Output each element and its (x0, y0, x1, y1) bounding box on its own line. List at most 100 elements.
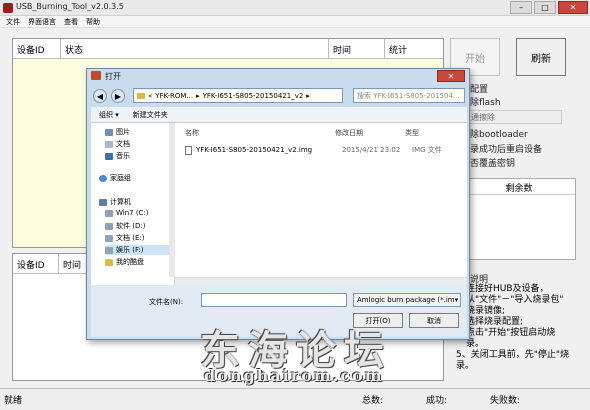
drive-icon (105, 246, 113, 254)
menu-language[interactable]: 界面语言 (28, 17, 56, 27)
col-time[interactable]: 时间 (329, 39, 385, 59)
search-input[interactable]: 搜索 YFK-I651-S805-201504... (353, 88, 465, 103)
window-controls: – □ ✕ (510, 1, 588, 14)
file-date: 2015/4/21 23:02 (342, 146, 401, 154)
drive-icon (105, 209, 113, 217)
nav-item-label: 软件 (D:) (116, 222, 146, 230)
status-ready: 就绪 (4, 396, 23, 406)
folder-icon (137, 92, 145, 99)
log-col-device-id[interactable]: 设备ID (13, 254, 59, 274)
menu-file[interactable]: 文件 (6, 17, 20, 27)
filename-label: 文件名(N): (149, 298, 184, 306)
erase-mode-select[interactable]: 通擦除 (468, 110, 562, 124)
filetype-select[interactable]: Amlogic burn package (*.im▾ (353, 293, 461, 307)
pictures-icon (105, 128, 113, 136)
nav-item-music[interactable]: 音乐 (105, 151, 130, 161)
dialog-close-button[interactable]: ✕ (437, 70, 465, 82)
minimize-button[interactable]: – (510, 1, 532, 14)
col-device-id[interactable]: 设备ID (13, 39, 61, 59)
navigation-pane: 图片 文档 音乐 家庭组 计算机 Win7 (C:) 软件 (D:) 文档 (E… (91, 123, 175, 285)
config-title: 配置 (470, 85, 489, 95)
title-bar: USB_Burning_Tool_v2.0.3.5 – □ ✕ (0, 0, 590, 16)
file-icon (185, 145, 192, 155)
nav-item-computer[interactable]: 计算机 (99, 197, 131, 207)
instruction-line: 从"文件"－"导入烧录包" (466, 295, 564, 305)
breadcrumb-overflow[interactable]: « (148, 92, 152, 100)
organize-button[interactable]: 组织 ▾ (99, 110, 119, 120)
nav-item-label: 计算机 (110, 198, 131, 206)
file-list: 名称 修改日期 类型 YFK-I651-S805-20150421_v2.img… (175, 123, 467, 285)
file-type: IMG 文件 (412, 146, 442, 154)
nav-item-pictures[interactable]: 图片 (105, 127, 130, 137)
app-icon (3, 3, 13, 13)
remaining-count-box: 剩余数 (462, 178, 576, 260)
col-date[interactable]: 修改日期 (335, 128, 363, 138)
instruction-line: 点击"开始"按钮启动烧 (466, 328, 556, 338)
overwrite-key-checkbox-label[interactable]: 否覆盖密钥 (470, 156, 515, 169)
dialog-title: 打开 (105, 72, 121, 81)
nav-item-label: 我的酷盘 (116, 258, 144, 266)
nav-item-drive-c[interactable]: Win7 (C:) (105, 209, 149, 217)
erase-flash-checkbox-label[interactable]: 除flash (470, 95, 501, 108)
menu-view[interactable]: 查看 (64, 17, 78, 27)
dialog-nav-bar: ◀ ▶ « YFK-ROM... ▸ YFK-I651-S805-2015042… (91, 87, 467, 105)
homegroup-icon (99, 174, 107, 182)
nav-item-drive-f[interactable]: 娱乐 (F:) (105, 245, 171, 255)
col-name[interactable]: 名称 (185, 128, 199, 138)
documents-icon (105, 140, 113, 148)
file-row[interactable]: YFK-I651-S805-20150421_v2.img 2015/4/21 … (185, 143, 455, 157)
nav-item-kupan[interactable]: 我的酷盘 (105, 257, 144, 267)
nav-item-label: 图片 (116, 128, 130, 136)
status-success: 成功: (426, 396, 448, 406)
col-stats[interactable]: 统计 (385, 39, 443, 59)
col-status[interactable]: 状态 (61, 39, 329, 59)
drive-icon (105, 234, 113, 242)
instruction-line: 烧录镜像; (466, 306, 506, 316)
new-folder-button[interactable]: 新建文件夹 (133, 110, 168, 120)
erase-bootloader-checkbox-label[interactable]: 除bootloader (470, 127, 528, 140)
nav-item-label: Win7 (C:) (116, 209, 149, 217)
open-file-dialog: 打开 ✕ ◀ ▶ « YFK-ROM... ▸ YFK-I651-S805-20… (86, 68, 470, 340)
nav-item-label: 娱乐 (F:) (116, 246, 144, 254)
status-bar: 就绪 总数: 成功: 失败数: (0, 388, 590, 410)
col-type[interactable]: 类型 (405, 128, 419, 138)
nav-item-label: 音乐 (116, 152, 130, 160)
dialog-toolbar: 组织 ▾ 新建文件夹 (91, 107, 467, 123)
breadcrumb-sep: ▸ (196, 91, 200, 100)
address-bar[interactable]: « YFK-ROM... ▸ YFK-I651-S805-20150421_v2… (133, 88, 343, 103)
nav-item-drive-d[interactable]: 软件 (D:) (105, 221, 145, 231)
breadcrumb-item[interactable]: YFK-ROM... (155, 92, 193, 100)
drive-icon (105, 222, 113, 230)
computer-icon (99, 198, 107, 206)
instruction-line: 录。 (466, 339, 485, 349)
maximize-button[interactable]: □ (534, 1, 556, 14)
nav-item-documents[interactable]: 文档 (105, 139, 130, 149)
nav-item-drive-e[interactable]: 文档 (E:) (105, 233, 144, 243)
refresh-button[interactable]: 刷新 (516, 38, 566, 76)
back-arrow-icon[interactable]: ◀ (93, 89, 107, 103)
reboot-after-checkbox-label[interactable]: 录成功后重启设备 (470, 142, 542, 155)
forward-arrow-icon[interactable]: ▶ (111, 89, 125, 103)
nav-item-label: 文档 (E:) (116, 234, 145, 242)
nav-item-label: 文档 (116, 140, 130, 148)
instruction-line: 5、关闭工具前，先"停止"烧 (456, 350, 570, 360)
filename-input[interactable] (201, 293, 347, 307)
folder-icon (105, 258, 113, 266)
erase-mode-value: 通擦除 (471, 113, 495, 122)
nav-item-homegroup[interactable]: 家庭组 (99, 173, 131, 183)
breadcrumb-item[interactable]: YFK-I651-S805-20150421_v2 (203, 92, 304, 100)
breadcrumb-sep: ▸ (306, 91, 310, 100)
remaining-header: 剩余数 (463, 179, 575, 195)
status-total: 总数: (362, 396, 384, 406)
cancel-button[interactable]: 取消 (409, 313, 459, 328)
file-list-scrollbar[interactable] (175, 277, 467, 285)
watermark-en: donghairom.com (204, 366, 384, 385)
instructions-text: 连接好HUB及设备， 从"文件"－"导入烧录包" 烧录镜像; 选择烧录配置; 点… (456, 284, 569, 372)
file-name: YFK-I651-S805-20150421_v2.img (196, 146, 313, 154)
close-button[interactable]: ✕ (558, 1, 588, 14)
device-table-header: 设备ID 状态 时间 统计 (13, 39, 443, 59)
music-icon (105, 152, 113, 160)
window-title: USB_Burning_Tool_v2.0.3.5 (16, 2, 124, 11)
menu-help[interactable]: 帮助 (86, 17, 100, 27)
instruction-line: 录。 (456, 361, 475, 371)
